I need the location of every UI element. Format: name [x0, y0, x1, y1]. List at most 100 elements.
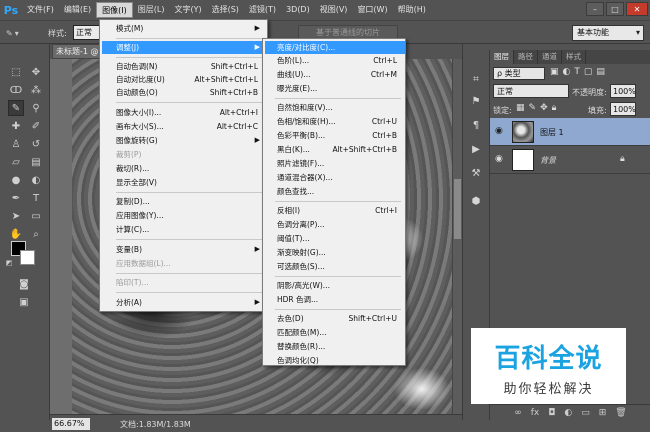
tab-styles[interactable]: 样式: [562, 50, 586, 64]
history-icon[interactable]: ⌗: [466, 70, 486, 88]
menu-item-brightness-contrast[interactable]: 亮度/对比度(C)...: [265, 41, 405, 54]
menu-filter[interactable]: 滤镜(T): [244, 2, 281, 18]
tab-channels[interactable]: 通道: [538, 50, 562, 64]
move-tool-icon[interactable]: ✥: [28, 64, 44, 80]
mask-icon[interactable]: ◘: [548, 408, 555, 418]
new-layer-icon[interactable]: ⊞: [599, 408, 607, 418]
menu-view[interactable]: 视图(V): [315, 2, 353, 18]
layer-filter-select[interactable]: ρ 类型: [493, 67, 545, 80]
default-colors-icon[interactable]: ◩: [4, 258, 14, 268]
zoom-tool-icon[interactable]: ⌕: [28, 226, 44, 242]
menu-item-auto-tone[interactable]: 自动色调(N) Shift+Ctrl+L: [102, 60, 266, 73]
type-filter-icon[interactable]: T: [574, 67, 580, 77]
menu-image[interactable]: 图像(I): [96, 2, 133, 18]
menu-item-canvas-size[interactable]: 画布大小(S)... Alt+Ctrl+C: [102, 120, 266, 133]
tool-presets-icon[interactable]: ⚒: [466, 164, 486, 182]
opacity-field[interactable]: 100%: [610, 84, 636, 98]
smart-object-filter-icon[interactable]: ▤: [596, 67, 605, 77]
menu-item-posterize[interactable]: 色调分离(P)...: [265, 218, 405, 231]
lock-all-icon[interactable]: 🔒︎: [552, 103, 557, 113]
menu-item-selective-color[interactable]: 可选颜色(S)...: [265, 260, 405, 273]
link-icon[interactable]: ∞: [514, 408, 522, 418]
path-selection-tool-icon[interactable]: ➤: [8, 208, 24, 224]
clone-stamp-tool-icon[interactable]: ♙: [8, 136, 24, 152]
menu-item-duplicate[interactable]: 复制(D)...: [102, 195, 266, 208]
minimize-button[interactable]: –: [586, 2, 604, 16]
eyedropper-tool-icon[interactable]: ⚲: [28, 100, 44, 116]
menu-item-threshold[interactable]: 阈值(T)...: [265, 232, 405, 245]
hand-tool-icon[interactable]: ✋: [8, 226, 24, 242]
lock-transparency-icon[interactable]: ▦: [516, 103, 525, 113]
menu-file[interactable]: 文件(F): [22, 2, 59, 18]
menu-item-curves[interactable]: 曲线(U)... Ctrl+M: [265, 68, 405, 81]
lock-pixels-icon[interactable]: ✎: [529, 103, 537, 113]
menu-3d[interactable]: 3D(D): [281, 2, 315, 18]
layer-row[interactable]: ◉ 背景 🔒︎: [490, 146, 650, 174]
shape-filter-icon[interactable]: ▢: [584, 67, 593, 77]
menu-item-exposure[interactable]: 曝光度(E)...: [265, 82, 405, 95]
menu-item-mode[interactable]: 模式(M) ▶: [102, 22, 266, 35]
menu-item-auto-contrast[interactable]: 自动对比度(U) Alt+Shift+Ctrl+L: [102, 73, 266, 86]
menu-item-analysis[interactable]: 分析(A) ▶: [102, 296, 266, 309]
menu-item-apply-image[interactable]: 应用图像(Y)...: [102, 209, 266, 222]
slice-tool-icon[interactable]: ✎: [8, 100, 24, 116]
menu-item-image-size[interactable]: 图像大小(I)... Alt+Ctrl+I: [102, 106, 266, 119]
menu-item-black-white[interactable]: 黑白(K)... Alt+Shift+Ctrl+B: [265, 143, 405, 156]
screen-mode-icon[interactable]: ▣: [16, 294, 32, 310]
properties-icon[interactable]: ⚑: [466, 92, 486, 110]
fill-field[interactable]: 100%: [610, 102, 636, 116]
pen-tool-icon[interactable]: ✒: [8, 190, 24, 206]
lock-position-icon[interactable]: ✥: [540, 103, 548, 113]
menu-item-equalize[interactable]: 色调均化(Q): [265, 354, 405, 367]
adjustment-icon[interactable]: ◐: [564, 408, 572, 418]
blur-tool-icon[interactable]: ●: [8, 172, 24, 188]
menu-item-channel-mixer[interactable]: 通道混合器(X)...: [265, 171, 405, 184]
menu-item-calculations[interactable]: 计算(C)...: [102, 223, 266, 236]
menu-help[interactable]: 帮助(H): [393, 2, 431, 18]
document-tab[interactable]: 未标题-1 @: [52, 44, 102, 59]
3d-icon[interactable]: ⬢: [466, 192, 486, 210]
zoom-level-field[interactable]: 66.67%: [52, 418, 90, 430]
scrollbar-thumb[interactable]: [454, 179, 461, 239]
trash-icon[interactable]: 🗑︎: [615, 408, 626, 418]
menu-item-adjustments[interactable]: 调整(J) ▶: [102, 41, 266, 54]
menu-item-auto-color[interactable]: 自动颜色(O) Shift+Ctrl+B: [102, 86, 266, 99]
tab-layers[interactable]: 图层: [490, 50, 514, 64]
blend-mode-select[interactable]: 正常: [493, 84, 569, 98]
document-scrollbar[interactable]: [452, 59, 462, 414]
menu-item-color-balance[interactable]: 色彩平衡(B)... Ctrl+B: [265, 129, 405, 142]
menu-item-gradient-map[interactable]: 渐变映射(G)...: [265, 246, 405, 259]
menu-item-levels[interactable]: 色阶(L)... Ctrl+L: [265, 54, 405, 67]
menu-item-desaturate[interactable]: 去色(D) Shift+Ctrl+U: [265, 312, 405, 325]
menu-item-photo-filter[interactable]: 照片滤镜(F)...: [265, 157, 405, 170]
menu-item-replace-color[interactable]: 替换颜色(R)...: [265, 340, 405, 353]
workspace-select[interactable]: 基本功能 ▾: [572, 25, 644, 41]
menu-item-match-color[interactable]: 匹配颜色(M)...: [265, 326, 405, 339]
fx-icon[interactable]: fx: [531, 408, 540, 418]
menu-item-invert[interactable]: 反相(I) Ctrl+I: [265, 204, 405, 217]
pixel-filter-icon[interactable]: ▣: [550, 67, 559, 77]
history-brush-tool-icon[interactable]: ↺: [28, 136, 44, 152]
adjustment-filter-icon[interactable]: ◐: [563, 67, 571, 77]
quick-mask-icon[interactable]: ◙: [16, 276, 32, 292]
magic-wand-tool-icon[interactable]: ⁂: [28, 82, 44, 98]
actions-icon[interactable]: ▶: [466, 140, 486, 158]
menu-item-hue-saturation[interactable]: 色相/饱和度(H)... Ctrl+U: [265, 115, 405, 128]
menu-item-trim[interactable]: 裁切(R)...: [102, 162, 266, 175]
paragraph-icon[interactable]: ¶: [466, 116, 486, 134]
tab-paths[interactable]: 路径: [514, 50, 538, 64]
menu-item-reveal-all[interactable]: 显示全部(V): [102, 176, 266, 189]
menu-item-variables[interactable]: 变量(B) ▶: [102, 243, 266, 256]
menu-item-vibrance[interactable]: 自然饱和度(V)...: [265, 101, 405, 114]
rectangle-tool-icon[interactable]: ▭: [28, 208, 44, 224]
menu-type[interactable]: 文字(Y): [169, 2, 206, 18]
menu-item-shadows-highlights[interactable]: 阴影/高光(W)...: [265, 279, 405, 292]
menu-item-hdr-toning[interactable]: HDR 色调...: [265, 293, 405, 306]
maximize-button[interactable]: □: [606, 2, 624, 16]
gradient-tool-icon[interactable]: ▤: [28, 154, 44, 170]
eye-icon[interactable]: ◉: [495, 126, 507, 136]
close-button[interactable]: ✕: [626, 2, 648, 16]
layer-row[interactable]: ◉ 图层 1: [490, 118, 650, 146]
type-tool-icon[interactable]: T: [28, 190, 44, 206]
tool-preset-picker[interactable]: ✎ ▾: [6, 25, 34, 41]
